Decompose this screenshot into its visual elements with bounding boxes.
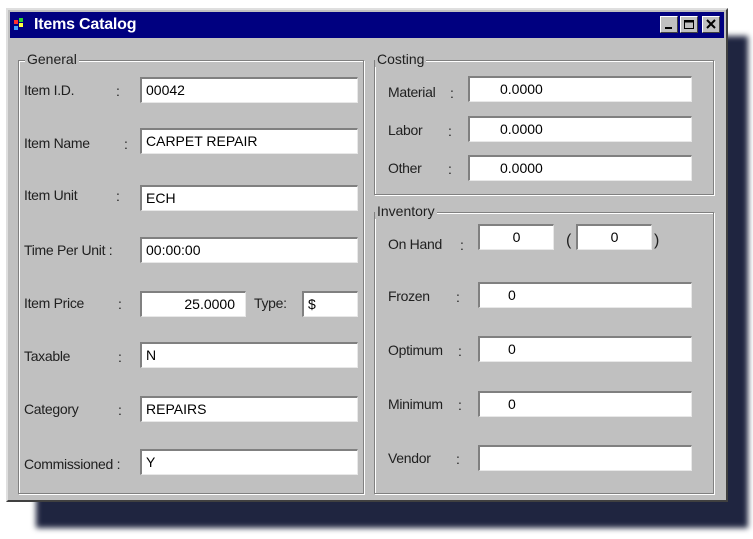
item-id-label: Item I.D. <box>24 82 75 98</box>
on-hand-field[interactable]: 0 <box>478 224 554 250</box>
item-unit-field[interactable]: ECH <box>140 185 358 211</box>
item-id-colon: : <box>116 83 120 99</box>
minimize-icon <box>665 27 672 29</box>
minimum-field[interactable]: 0 <box>478 391 692 417</box>
minimize-button[interactable] <box>660 16 678 33</box>
other-label: Other <box>388 160 422 176</box>
type-field[interactable]: $ <box>302 291 358 317</box>
general-group-label: General <box>25 51 79 67</box>
close-button[interactable] <box>702 16 720 33</box>
maximize-button[interactable] <box>680 16 698 33</box>
labor-field[interactable]: 0.0000 <box>468 116 692 142</box>
commissioned-field[interactable]: Y <box>140 449 358 475</box>
close-icon <box>706 19 716 29</box>
taxable-colon: : <box>118 349 122 365</box>
taxable-label: Taxable <box>24 348 71 364</box>
taxable-field[interactable]: N <box>140 342 358 368</box>
item-name-label: Item Name <box>24 135 90 151</box>
item-price-colon: : <box>118 296 122 312</box>
category-field[interactable]: REPAIRS <box>140 396 358 422</box>
title-bar[interactable]: Items Catalog <box>10 12 724 38</box>
material-colon: : <box>450 85 454 101</box>
frozen-label: Frozen <box>388 288 430 304</box>
frozen-field[interactable]: 0 <box>478 282 692 308</box>
on-hand-label: On Hand <box>388 236 442 252</box>
other-colon: : <box>448 161 452 177</box>
vendor-colon: : <box>456 451 460 467</box>
type-label: Type: <box>254 295 287 311</box>
on-hand-colon: : <box>460 237 464 253</box>
optimum-label: Optimum <box>388 342 443 358</box>
item-price-label: Item Price <box>24 295 85 311</box>
item-name-field[interactable]: CARPET REPAIR <box>140 128 358 154</box>
optimum-field[interactable]: 0 <box>478 336 692 362</box>
optimum-colon: : <box>458 343 462 359</box>
vendor-label: Vendor <box>388 450 431 466</box>
item-id-field[interactable]: 00042 <box>140 77 358 103</box>
items-catalog-window: Items Catalog General Item I.D. : 00042 … <box>6 8 728 502</box>
material-field[interactable]: 0.0000 <box>468 76 692 102</box>
other-field[interactable]: 0.0000 <box>468 155 692 181</box>
labor-label: Labor <box>388 122 423 138</box>
maximize-icon <box>684 20 694 29</box>
inventory-group-label: Inventory <box>375 203 437 219</box>
material-label: Material <box>388 84 436 100</box>
labor-colon: : <box>448 123 452 139</box>
general-group: General <box>18 51 364 494</box>
time-per-unit-field[interactable]: 00:00:00 <box>140 237 358 263</box>
time-per-unit-label: Time Per Unit : <box>24 242 113 258</box>
item-unit-label: Item Unit <box>24 187 78 203</box>
category-label: Category <box>24 401 79 417</box>
commissioned-label: Commissioned : <box>24 456 121 472</box>
costing-group-label: Costing <box>375 51 427 67</box>
minimum-colon: : <box>458 397 462 413</box>
app-icon <box>14 18 23 30</box>
on-hand-paren-close: ) <box>654 232 660 249</box>
on-hand-paren-open: ( <box>566 232 572 249</box>
item-price-field[interactable]: 25.0000 <box>140 291 246 317</box>
item-unit-colon: : <box>116 188 120 204</box>
vendor-field[interactable] <box>478 445 692 471</box>
window-title: Items Catalog <box>34 16 137 33</box>
item-name-colon: : <box>124 136 128 152</box>
on-hand-paren-field[interactable]: 0 <box>576 224 652 250</box>
category-colon: : <box>118 402 122 418</box>
minimum-label: Minimum <box>388 396 443 412</box>
frozen-colon: : <box>456 289 460 305</box>
